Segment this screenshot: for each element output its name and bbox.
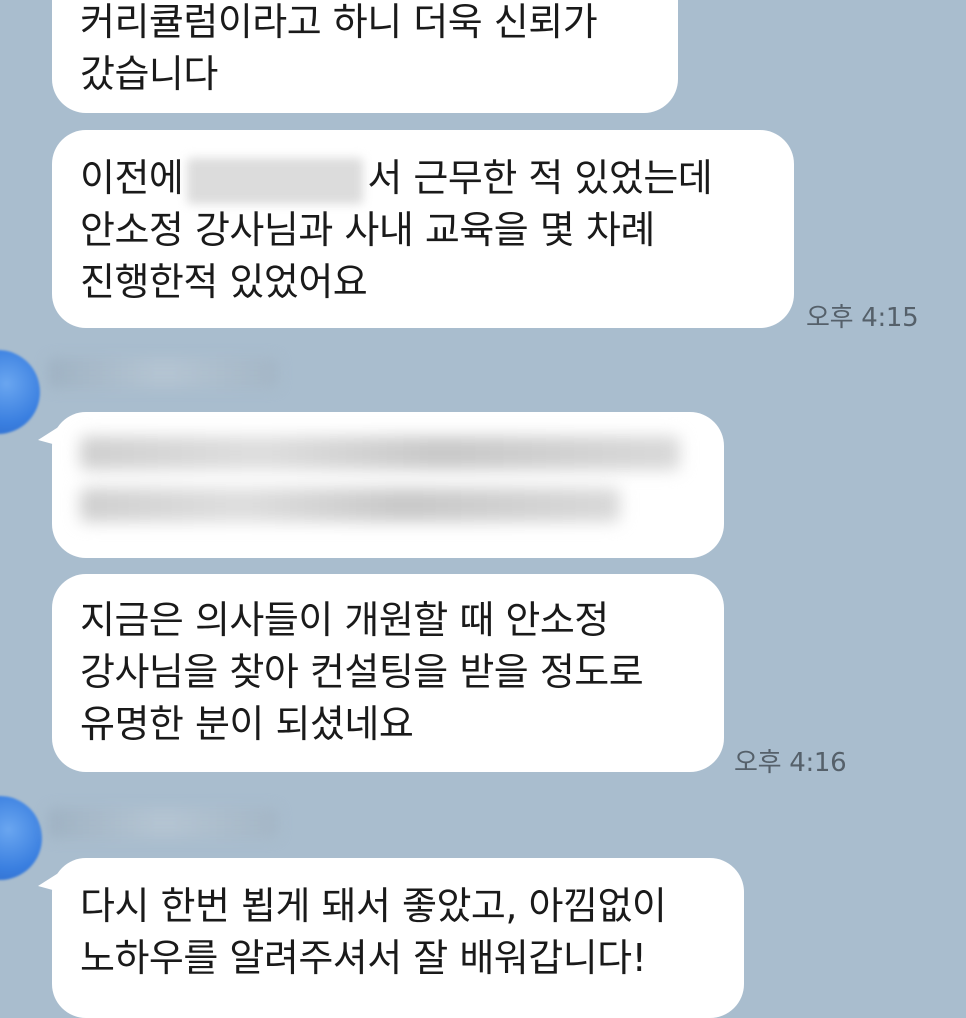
- redacted-text-line: [80, 488, 620, 522]
- message-bubble[interactable]: 다시 한번 뵙게 돼서 좋았고, 아낌없이 노하우를 알려주셔서 잘 배워갑니다…: [38, 858, 744, 1018]
- avatar[interactable]: [0, 350, 40, 434]
- message-bubble[interactable]: 커리큘럼이라고 하니 더욱 신뢰가 갔습니다: [52, 0, 678, 113]
- message-timestamp: 오후 4:16: [734, 748, 847, 778]
- chat-area: 커리큘럼이라고 하니 더욱 신뢰가 갔습니다 이전에 서 근무한 적 있었는데 안…: [0, 0, 966, 1018]
- message-text: 커리큘럼이라고 하니 더욱 신뢰가: [80, 0, 598, 44]
- message-text: 다시 한번 뵙게 돼서 좋았고, 아낌없이: [80, 884, 667, 928]
- message-text: 안소정 강사님과 사내 교육을 몇 차례: [80, 208, 655, 252]
- message-bubble[interactable]: 지금은 의사들이 개원할 때 안소정 강사님을 찾아 컨설팅을 받을 정도로 유…: [52, 574, 724, 772]
- message-text-part: 이전에: [80, 156, 184, 200]
- message-text: 이전에 서 근무한 적 있었는데: [80, 152, 766, 204]
- message-text: 지금은 의사들이 개원할 때 안소정: [80, 598, 609, 642]
- message-text: 강사님을 찾아 컨설팅을 받을 정도로: [80, 650, 644, 694]
- message-text: 진행한적 있었어요: [80, 260, 368, 304]
- sender-name-redacted: [48, 358, 278, 388]
- message-text-part: 서 근무한 적 있었는데: [367, 156, 713, 200]
- message-text: 갔습니다: [80, 52, 218, 96]
- message-timestamp: 오후 4:15: [806, 303, 919, 333]
- sender-name-redacted: [48, 808, 278, 838]
- message-text: 노하우를 알려주셔서 잘 배워갑니다!: [80, 936, 647, 980]
- redacted-company-name: [187, 157, 364, 204]
- message-bubble[interactable]: 이전에 서 근무한 적 있었는데 안소정 강사님과 사내 교육을 몇 차례 진행한…: [52, 130, 794, 328]
- message-text: 유명한 분이 되셨네요: [80, 702, 414, 746]
- avatar[interactable]: [0, 796, 42, 880]
- message-bubble-redacted[interactable]: [38, 412, 724, 558]
- bubble-tail: [38, 426, 60, 446]
- redacted-text-line: [80, 436, 680, 470]
- bubble-tail: [38, 872, 60, 892]
